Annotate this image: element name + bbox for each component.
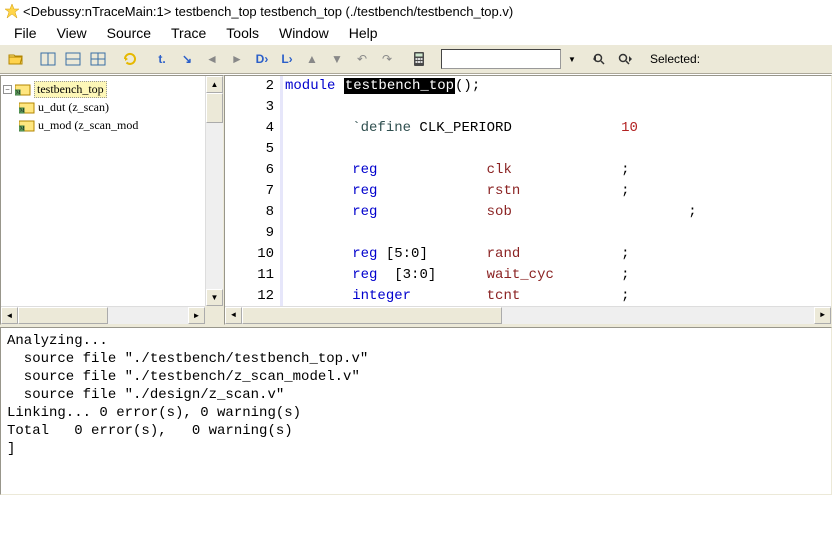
code-line[interactable] [285,97,831,118]
selected-label: Selected: [650,52,700,66]
line-number: 9 [225,223,274,244]
scroll-corner [205,306,223,324]
window-title: <Debussy:nTraceMain:1> testbench_top tes… [23,4,513,19]
trace-arrow-button[interactable]: ↘ [175,47,199,71]
scroll-right-icon[interactable]: ► [188,307,205,324]
menu-help[interactable]: Help [339,23,388,43]
tree-root-label[interactable]: testbench_top [34,81,107,98]
nav-forward-button[interactable]: ► [225,47,249,71]
code-line[interactable]: reg [3:0] wait_cyc ; [285,265,831,286]
menu-file[interactable]: File [4,23,47,43]
code-line[interactable]: reg [5:0] rand ; [285,244,831,265]
svg-text:M: M [16,91,21,96]
menu-view[interactable]: View [47,23,97,43]
menu-bar: File View Source Trace Tools Window Help [0,22,832,44]
layout-2-button[interactable] [61,47,85,71]
line-number: 8 [225,202,274,223]
find-prev-button[interactable] [588,47,612,71]
toolbar: t. ↘ ◄ ► D› L› ▲ ▼ ↶ ↷ ▼ Selected: [0,44,832,74]
scroll-right-icon[interactable]: ► [814,307,831,324]
menu-tools[interactable]: Tools [216,23,269,43]
menu-window[interactable]: Window [269,23,339,43]
menu-trace[interactable]: Trace [161,23,216,43]
code-line[interactable]: integer tcnt ; [285,286,831,307]
svg-text:M: M [20,109,25,114]
module-icon: M [15,82,31,96]
line-number: 10 [225,244,274,265]
scroll-down-icon[interactable]: ▼ [206,289,223,306]
tree-item-label[interactable]: u_dut (z_scan) [38,100,109,115]
tree-vscrollbar[interactable]: ▲ ▼ [205,76,223,306]
refresh-button[interactable] [118,47,142,71]
tree-item-label[interactable]: u_mod (z_scan_mod [38,118,138,133]
scroll-thumb[interactable] [18,307,108,324]
code-hscrollbar[interactable]: ◄ ► [225,306,831,324]
line-number: 2 [225,76,274,97]
line-number: 7 [225,181,274,202]
step-fwd-button[interactable]: ↷ [375,47,399,71]
console-pane: Analyzing... source file "./testbench/te… [0,325,832,495]
hierarchy-pane: − M testbench_top M u_dut (z_scan) M u_m… [0,75,224,325]
search-dropdown-button[interactable]: ▼ [564,47,580,71]
console-output[interactable]: Analyzing... source file "./testbench/te… [0,327,832,495]
search-input[interactable] [441,49,561,69]
layout-1-button[interactable] [36,47,60,71]
nav-up-button[interactable]: ▲ [300,47,324,71]
find-next-button[interactable] [613,47,637,71]
tree-hscrollbar[interactable]: ◄ ► [1,306,205,324]
menu-source[interactable]: Source [97,23,161,43]
line-number: 4 [225,118,274,139]
code-line[interactable]: reg rstn ; [285,181,831,202]
tree-child-row[interactable]: M u_dut (z_scan) [3,98,221,116]
line-number-gutter: 23456789101112 [225,76,283,324]
driver-button[interactable]: D› [250,47,274,71]
line-number: 3 [225,97,274,118]
nav-back-button[interactable]: ◄ [200,47,224,71]
module-icon: M [19,118,35,132]
scroll-left-icon[interactable]: ◄ [225,307,242,324]
code-line[interactable]: reg sob ; [285,202,831,223]
trace-t-button[interactable]: t. [150,47,174,71]
scroll-thumb[interactable] [206,93,223,123]
code-line[interactable] [285,223,831,244]
step-back-button[interactable]: ↶ [350,47,374,71]
load-button[interactable]: L› [275,47,299,71]
line-number: 6 [225,160,274,181]
layout-3-button[interactable] [86,47,110,71]
app-icon [4,3,20,19]
scroll-left-icon[interactable]: ◄ [1,307,18,324]
source-code-pane: 23456789101112 module testbench_top(); `… [224,75,832,325]
scroll-thumb[interactable] [242,307,502,324]
code-line[interactable]: reg clk ; [285,160,831,181]
line-number: 11 [225,265,274,286]
nav-down-button[interactable]: ▼ [325,47,349,71]
line-number: 12 [225,286,274,307]
tree-root-row[interactable]: − M testbench_top [3,80,221,98]
code-line[interactable]: `define CLK_PERIORD 10 [285,118,831,139]
line-number: 5 [225,139,274,160]
tree-child-row[interactable]: M u_mod (z_scan_mod [3,116,221,134]
open-folder-button[interactable] [4,47,28,71]
module-icon: M [19,100,35,114]
calculator-button[interactable] [407,47,431,71]
title-bar: <Debussy:nTraceMain:1> testbench_top tes… [0,0,832,22]
code-line[interactable]: module testbench_top(); [285,76,831,97]
scroll-up-icon[interactable]: ▲ [206,76,223,93]
code-line[interactable] [285,139,831,160]
svg-text:M: M [20,127,25,132]
source-code-area[interactable]: module testbench_top(); `define CLK_PERI… [283,76,831,324]
collapse-icon[interactable]: − [3,85,12,94]
